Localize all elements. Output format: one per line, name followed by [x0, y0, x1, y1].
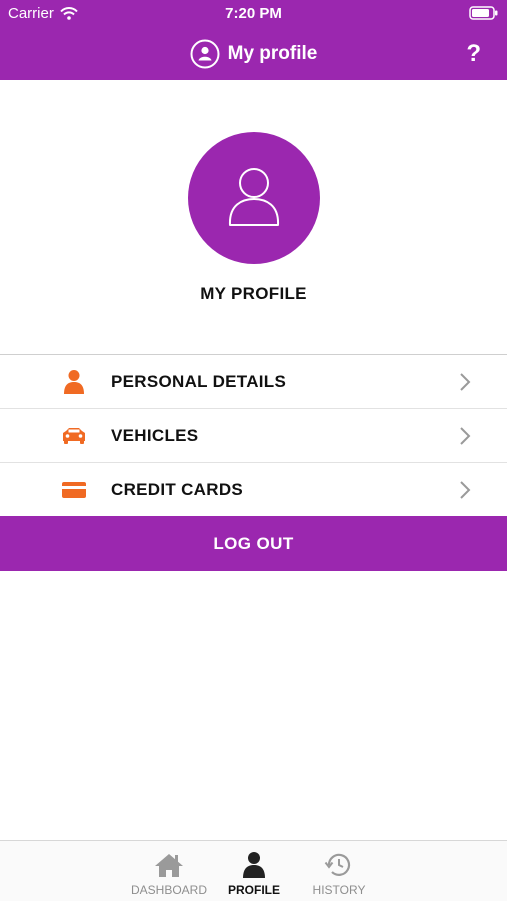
chevron-right-icon [460, 427, 471, 445]
profile-circle-icon [190, 39, 220, 69]
header-title-group: My profile [0, 28, 507, 80]
profile-label: MY PROFILE [200, 284, 307, 303]
tab-label: DASHBOARD [130, 883, 207, 897]
menu-item-vehicles[interactable]: VEHICLES [0, 409, 507, 463]
clock: 7:20 PM [225, 5, 282, 22]
avatar[interactable] [188, 132, 320, 264]
credit-card-icon [61, 477, 87, 503]
menu-item-label: CREDIT CARDS [111, 480, 244, 499]
menu-item-label: PERSONAL DETAILS [111, 372, 287, 391]
home-icon [154, 850, 184, 880]
header-bar: My profile ? [0, 28, 507, 80]
profile-menu: PERSONAL DETAILS VEHICLES CREDIT CARDS [0, 354, 507, 517]
tab-label: PROFILE [227, 883, 280, 897]
chevron-right-icon [460, 481, 471, 499]
car-icon [61, 423, 87, 449]
tab-label: HISTORY [312, 883, 366, 897]
menu-item-label: VEHICLES [111, 426, 199, 445]
battery-icon [469, 6, 499, 25]
person-icon [242, 850, 266, 880]
status-bar: Carrier 7:20 PM [0, 0, 507, 28]
menu-item-personal-details[interactable]: PERSONAL DETAILS [0, 355, 507, 409]
logout-button[interactable]: LOG OUT [0, 516, 507, 571]
person-icon [61, 369, 87, 395]
page-title: My profile [227, 43, 318, 64]
menu-item-credit-cards[interactable]: CREDIT CARDS [0, 463, 507, 517]
help-button[interactable]: ? [466, 40, 481, 68]
user-outline-icon [228, 168, 280, 226]
tab-bar: DASHBOARD PROFILE HISTORY [0, 840, 507, 901]
history-icon [324, 850, 354, 880]
tab-history[interactable]: HISTORY [284, 841, 394, 901]
chevron-right-icon [460, 373, 471, 391]
